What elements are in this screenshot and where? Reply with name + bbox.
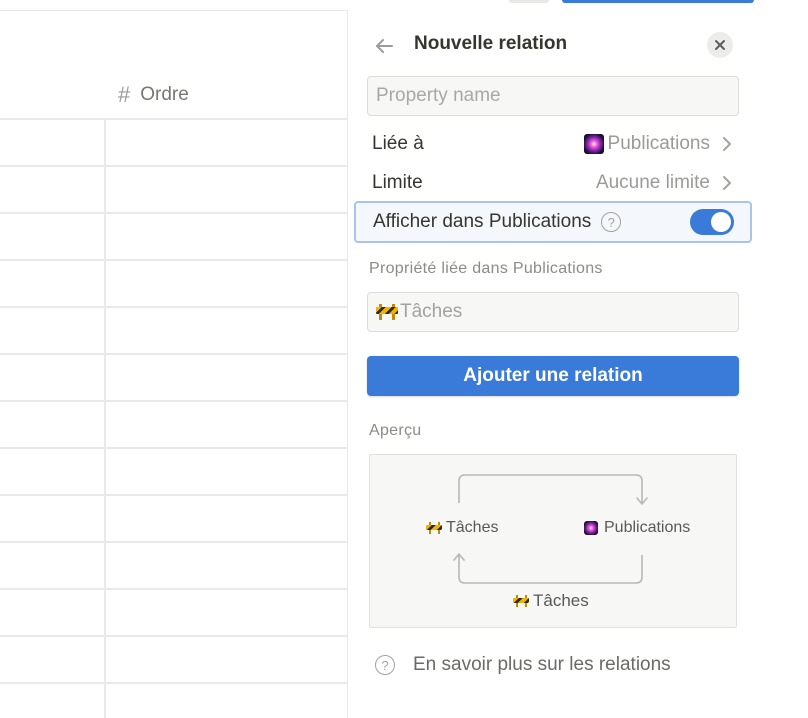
sparkles-emoji-icon xyxy=(584,521,598,535)
construction-emoji-icon xyxy=(376,304,398,320)
table-row[interactable] xyxy=(0,494,347,496)
table-row[interactable] xyxy=(0,447,347,449)
column-header-label: Ordre xyxy=(140,84,189,105)
preview-right-database: Publications xyxy=(584,519,690,537)
hash-icon: # xyxy=(118,82,131,107)
header-divider xyxy=(0,118,347,120)
close-button[interactable] xyxy=(707,32,733,58)
table-row[interactable] xyxy=(0,259,347,261)
close-icon xyxy=(715,40,725,50)
limit-value: Aucune limite xyxy=(596,172,732,194)
add-relation-button[interactable]: Ajouter une relation xyxy=(367,356,739,396)
linked-property-value: Tâches xyxy=(400,301,463,322)
arrow-left-icon[interactable] xyxy=(372,34,396,58)
primary-toolbar-button-clipped[interactable] xyxy=(562,0,754,3)
related-to-row[interactable]: Liée à Publications xyxy=(372,127,732,161)
preview-right-database-label: Publications xyxy=(604,519,691,536)
table-row[interactable] xyxy=(0,588,347,590)
column-header-ordre[interactable]: # Ordre xyxy=(106,71,347,119)
learn-more-link[interactable]: ? En savoir plus sur les relations xyxy=(375,654,671,676)
toolbar-button-clipped[interactable] xyxy=(509,0,549,3)
question-circle-icon: ? xyxy=(375,655,395,675)
show-in-related-label: Afficher dans Publications xyxy=(373,211,592,232)
table-row[interactable] xyxy=(0,212,347,214)
table-row[interactable] xyxy=(0,682,347,684)
chevron-right-icon xyxy=(723,137,731,151)
construction-emoji-icon xyxy=(513,595,529,607)
sparkles-emoji-icon xyxy=(583,134,604,154)
relation-preview: Tâches Publications Tâches xyxy=(369,454,737,628)
table-row[interactable] xyxy=(0,353,347,355)
related-to-label: Liée à xyxy=(372,133,424,154)
limit-label: Limite xyxy=(372,172,423,193)
panel-title: Nouvelle relation xyxy=(414,33,568,54)
table-row[interactable] xyxy=(0,165,347,167)
question-circle-icon[interactable]: ? xyxy=(601,212,622,232)
related-to-value: Publications xyxy=(583,133,732,155)
chevron-right-icon xyxy=(723,176,731,190)
learn-more-label: En savoir plus sur les relations xyxy=(413,654,671,675)
preview-linked-property: Tâches xyxy=(513,591,589,611)
table-row[interactable] xyxy=(0,306,347,308)
construction-emoji-icon xyxy=(426,522,442,534)
table-row[interactable] xyxy=(0,541,347,543)
top-divider xyxy=(0,10,347,11)
show-in-related-row[interactable]: Afficher dans Publications ? xyxy=(354,201,752,243)
property-name-input[interactable] xyxy=(367,76,739,116)
table-row[interactable] xyxy=(0,635,347,637)
show-in-related-toggle[interactable] xyxy=(690,209,734,235)
table-row[interactable] xyxy=(0,400,347,402)
preview-section-label: Aperçu xyxy=(369,422,422,439)
preview-linked-property-label: Tâches xyxy=(533,591,589,610)
preview-left-database-label: Tâches xyxy=(446,519,499,536)
new-relation-panel: Nouvelle relation Liée à Publications Li… xyxy=(347,10,808,718)
linked-property-input[interactable]: Tâches xyxy=(367,292,739,332)
related-to-database: Publications xyxy=(607,133,710,154)
column-divider xyxy=(104,119,106,718)
toggle-knob xyxy=(711,212,731,232)
limit-value-text: Aucune limite xyxy=(595,172,710,193)
panel-header: Nouvelle relation xyxy=(348,10,808,80)
limit-row[interactable]: Limite Aucune limite xyxy=(372,166,732,200)
preview-left-database: Tâches xyxy=(426,519,498,537)
database-table: # Ordre xyxy=(0,0,347,718)
linked-property-section-label: Propriété liée dans Publications xyxy=(369,260,603,277)
